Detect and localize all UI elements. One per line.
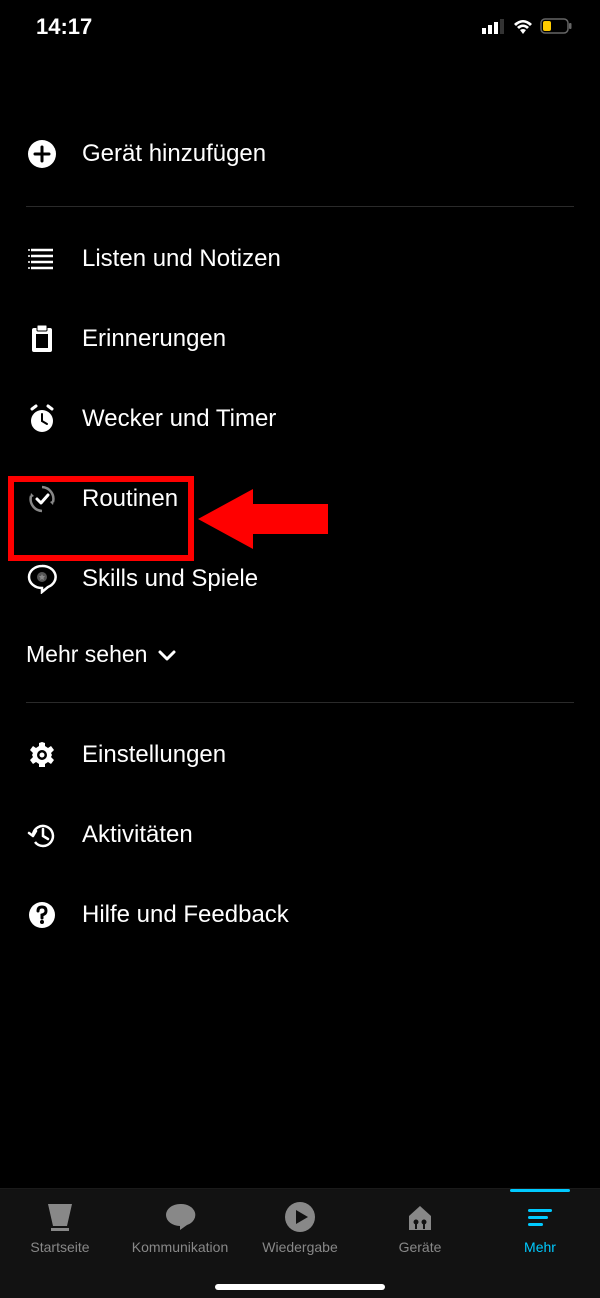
nav-label: Geräte [399,1239,442,1255]
menu-reminders[interactable]: Erinnerungen [20,299,580,379]
menu-icon [522,1199,558,1235]
chevron-down-icon [157,641,177,668]
menu-label: Hilfe und Feedback [82,901,289,929]
nav-more[interactable]: Mehr [480,1199,600,1255]
menu-skills[interactable]: Skills und Spiele [20,539,580,619]
history-icon [26,819,58,851]
gear-icon [26,739,58,771]
nav-devices[interactable]: Geräte [360,1199,480,1255]
skills-icon [26,563,58,595]
menu-activity[interactable]: Aktivitäten [20,795,580,875]
menu-label: Erinnerungen [82,325,226,353]
alarm-icon [26,403,58,435]
bottom-nav: Startseite Kommunikation Wiedergabe Gerä… [0,1188,600,1298]
list-icon [26,243,58,275]
battery-icon [540,14,572,40]
menu-label: Aktivitäten [82,821,193,849]
menu-label: Einstellungen [82,741,226,769]
status-time: 14:17 [36,14,92,40]
nav-communication[interactable]: Kommunikation [120,1199,240,1255]
nav-play[interactable]: Wiedergabe [240,1199,360,1255]
menu-label: Wecker und Timer [82,405,276,433]
chat-icon [162,1199,198,1235]
help-icon [26,899,58,931]
menu-add-device[interactable]: Gerät hinzufügen [20,114,580,194]
menu-settings[interactable]: Einstellungen [20,715,580,795]
wifi-icon [512,14,534,40]
menu-label: Gerät hinzufügen [82,140,266,168]
see-more-toggle[interactable]: Mehr sehen [20,619,580,690]
devices-icon [402,1199,438,1235]
main-content: Gerät hinzufügen Listen und Notizen Erin… [0,54,600,955]
plus-circle-icon [26,138,58,170]
menu-help[interactable]: Hilfe und Feedback [20,875,580,955]
nav-label: Mehr [524,1239,556,1255]
nav-label: Startseite [30,1239,89,1255]
status-right [482,14,572,40]
play-icon [282,1199,318,1235]
menu-alarms[interactable]: Wecker und Timer [20,379,580,459]
menu-label: Skills und Spiele [82,565,258,593]
home-indicator[interactable] [215,1284,385,1290]
divider [26,702,574,703]
routines-icon [26,483,58,515]
nav-label: Kommunikation [132,1239,229,1255]
menu-lists[interactable]: Listen und Notizen [20,219,580,299]
menu-routines[interactable]: Routinen [20,459,580,539]
cellular-signal-icon [482,14,506,40]
menu-label: Listen und Notizen [82,245,281,273]
see-more-label: Mehr sehen [26,641,147,668]
divider [26,206,574,207]
nav-home[interactable]: Startseite [0,1199,120,1255]
menu-label: Routinen [82,485,178,513]
clipboard-icon [26,323,58,355]
nav-label: Wiedergabe [262,1239,338,1255]
home-icon [42,1199,78,1235]
status-bar: 14:17 [0,0,600,54]
